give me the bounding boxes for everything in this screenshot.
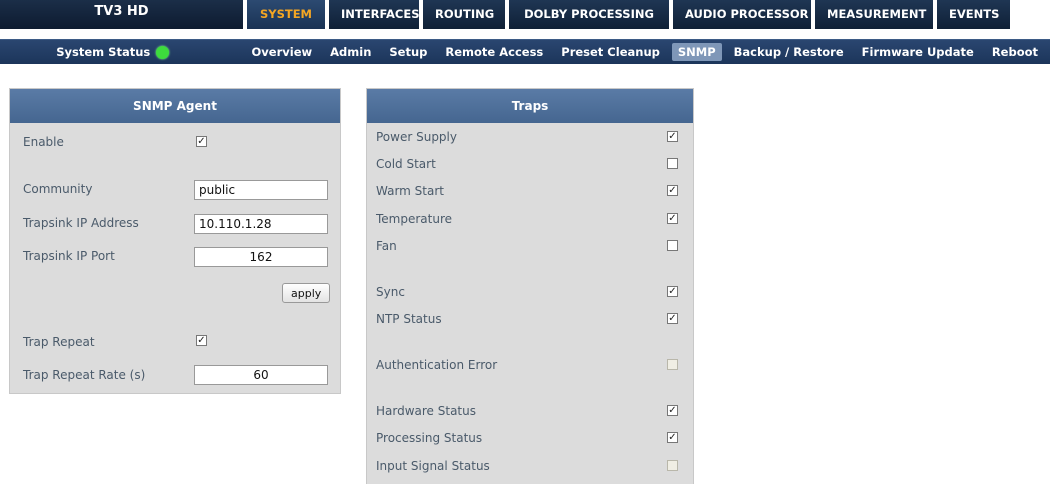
tab-measurement[interactable]: MEASUREMENT	[815, 0, 933, 29]
trap-checkbox-warm-start[interactable]: ✓	[667, 185, 678, 196]
community-label: Community	[23, 182, 93, 196]
trap-checkbox-authentication-error	[667, 359, 678, 370]
trap-label-ntp-status: NTP Status	[376, 312, 442, 326]
main-nav-row: TV3 HD SYSTEM INTERFACES ROUTING DOLBY P…	[0, 0, 1050, 29]
trap-label-fan: Fan	[376, 239, 397, 253]
tab-routing[interactable]: ROUTING	[423, 0, 505, 29]
subtab-remote-access[interactable]: Remote Access	[439, 43, 549, 61]
trap-checkbox-sync[interactable]: ✓	[667, 286, 678, 297]
top-bar: TV3 HD SYSTEM INTERFACES ROUTING DOLBY P…	[0, 0, 1050, 64]
main-tabs: SYSTEM INTERFACES ROUTING DOLBY PROCESSI…	[243, 0, 1050, 29]
traps-panel: Traps Power Supply ✓ Cold Start Warm Start ✓…	[366, 88, 694, 484]
sub-tabs: Overview Admin Setup Remote Access Prese…	[246, 43, 1050, 61]
trapsink-ip-input[interactable]	[194, 214, 328, 234]
trapsink-port-label: Trapsink IP Port	[23, 249, 115, 263]
subtab-setup[interactable]: Setup	[383, 43, 433, 61]
trap-label-cold-start: Cold Start	[376, 157, 436, 171]
snmp-agent-panel: SNMP Agent Enable ✓ Community Trapsink I…	[9, 88, 341, 394]
trap-label-processing-status: Processing Status	[376, 431, 483, 445]
tab-system[interactable]: SYSTEM	[247, 0, 325, 29]
trap-label-warm-start: Warm Start	[376, 184, 444, 198]
subtab-reboot[interactable]: Reboot	[986, 43, 1044, 61]
trap-checkbox-processing-status[interactable]: ✓	[667, 432, 678, 443]
enable-label: Enable	[23, 135, 64, 149]
status-indicator-icon	[156, 45, 170, 59]
apply-button[interactable]: apply	[282, 283, 331, 303]
trap-label-input-signal-status: Input Signal Status	[376, 459, 490, 473]
community-input[interactable]	[194, 180, 328, 200]
trap-repeat-checkbox[interactable]: ✓	[196, 335, 207, 346]
trapsink-ip-label: Trapsink IP Address	[23, 216, 139, 230]
tab-dolby-processing[interactable]: DOLBY PROCESSING	[509, 0, 669, 29]
tab-events[interactable]: EVENTS	[937, 0, 1010, 29]
trap-checkbox-ntp-status[interactable]: ✓	[667, 313, 678, 324]
trap-checkbox-input-signal-status	[667, 460, 678, 471]
trap-repeat-rate-input[interactable]	[194, 365, 328, 385]
tab-audio-processor[interactable]: AUDIO PROCESSOR	[673, 0, 811, 29]
snmp-agent-title: SNMP Agent	[10, 89, 340, 123]
trap-repeat-label: Trap Repeat	[23, 335, 95, 349]
subtab-admin[interactable]: Admin	[324, 43, 377, 61]
trap-checkbox-cold-start[interactable]	[667, 158, 678, 169]
trap-label-hardware-status: Hardware Status	[376, 404, 476, 418]
trap-label-authentication-error: Authentication Error	[376, 358, 498, 372]
app-title: TV3 HD	[0, 0, 243, 29]
subtab-preset-cleanup[interactable]: Preset Cleanup	[555, 43, 666, 61]
trap-checkbox-temperature[interactable]: ✓	[667, 213, 678, 224]
sub-nav-row: System Status Overview Admin Setup Remot…	[0, 39, 1050, 64]
trap-checkbox-power-supply[interactable]: ✓	[667, 131, 678, 142]
trap-checkbox-fan[interactable]	[667, 240, 678, 251]
traps-title: Traps	[367, 89, 693, 123]
subtab-snmp[interactable]: SNMP	[671, 43, 722, 61]
trap-repeat-rate-label: Trap Repeat Rate (s)	[23, 368, 146, 382]
trapsink-port-input[interactable]	[194, 247, 328, 267]
enable-checkbox[interactable]: ✓	[196, 136, 207, 147]
subtab-firmware-update[interactable]: Firmware Update	[856, 43, 980, 61]
trap-checkbox-hardware-status[interactable]: ✓	[667, 405, 678, 416]
system-status-label: System Status	[56, 45, 151, 59]
trap-label-sync: Sync	[376, 285, 405, 299]
tab-interfaces[interactable]: INTERFACES	[329, 0, 419, 29]
trap-label-power-supply: Power Supply	[376, 130, 457, 144]
subtab-backup-restore[interactable]: Backup / Restore	[728, 43, 850, 61]
subtab-overview[interactable]: Overview	[246, 43, 319, 61]
system-status[interactable]: System Status	[0, 45, 226, 59]
trap-label-temperature: Temperature	[376, 212, 453, 226]
